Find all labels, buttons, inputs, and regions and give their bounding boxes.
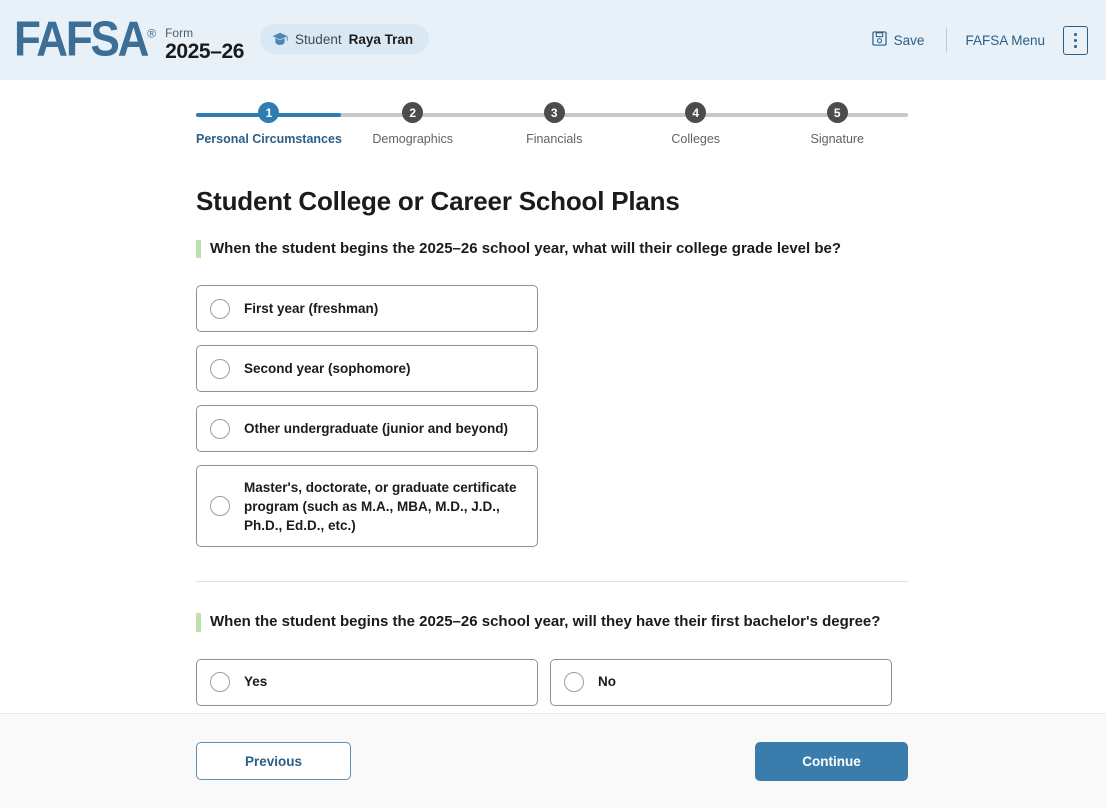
save-label: Save [893, 32, 925, 48]
save-button[interactable]: Save [858, 25, 939, 55]
vertical-dots-icon[interactable] [1063, 25, 1088, 55]
radio-button[interactable] [210, 672, 230, 692]
form-year-value: 2025–26 [165, 39, 245, 63]
fafsa-menu-button[interactable]: FAFSA Menu [955, 27, 1055, 54]
radio-option-graduate-program[interactable]: Master's, doctorate, or graduate certifi… [196, 465, 538, 548]
form-footer: Previous Continue [0, 713, 1106, 808]
radio-option-label: Master's, doctorate, or graduate certifi… [244, 479, 517, 533]
fafsa-application-page: FAFSA® Form 2025–26 Student Raya Tran Sa… [0, 0, 1106, 808]
stepper-item-financials[interactable]: 3 Financials [483, 102, 625, 146]
stepper-item-signature[interactable]: 5 Signature [767, 102, 909, 146]
registered-trademark-icon: ® [147, 26, 157, 41]
radio-option-label: Other undergraduate (junior and beyond) [244, 421, 509, 437]
content-column: 1 Personal Circumstances 2 Demographics … [196, 80, 908, 706]
footer-actions: Previous Continue [196, 741, 908, 781]
student-name: Raya Tran [348, 31, 414, 47]
stepper-item-demographics[interactable]: 2 Demographics [342, 102, 484, 146]
bachelors-degree-radio-group: Yes No [196, 658, 908, 706]
step-label: Signature [810, 132, 865, 146]
step-label: Colleges [671, 132, 721, 146]
stepper-item-colleges[interactable]: 4 Colleges [625, 102, 767, 146]
previous-button[interactable]: Previous [196, 742, 351, 780]
student-badge[interactable]: Student Raya Tran [260, 24, 430, 54]
form-year-block: Form 2025–26 [165, 27, 244, 65]
radio-button[interactable] [210, 496, 230, 517]
radio-button[interactable] [564, 672, 584, 692]
radio-option-no[interactable]: No [550, 658, 892, 706]
radio-option-label: Second year (sophomore) [244, 361, 411, 377]
step-number-badge: 5 [826, 102, 848, 123]
section-divider [196, 581, 908, 583]
question-bachelors-degree-text: When the student begins the 2025–26 scho… [196, 612, 908, 632]
stepper-item-personal-circumstances[interactable]: 1 Personal Circumstances [196, 102, 342, 146]
graduation-cap-icon [272, 32, 288, 46]
radio-option-label: No [598, 674, 616, 690]
radio-option-yes[interactable]: Yes [196, 658, 538, 706]
radio-option-other-undergraduate[interactable]: Other undergraduate (junior and beyond) [196, 405, 538, 453]
header-actions: Save FAFSA Menu [858, 25, 1088, 55]
brand-block: FAFSA® Form 2025–26 [14, 15, 244, 65]
step-number-badge: 3 [543, 102, 565, 123]
student-role-label: Student [295, 31, 342, 47]
step-number-badge: 1 [258, 102, 280, 123]
fafsa-logo-text: FAFSA [14, 12, 149, 68]
step-label: Personal Circumstances [196, 132, 342, 146]
radio-option-first-year[interactable]: First year (freshman) [196, 285, 538, 333]
floppy-disk-icon [872, 31, 887, 49]
continue-button[interactable]: Continue [755, 741, 908, 781]
radio-option-second-year[interactable]: Second year (sophomore) [196, 345, 538, 393]
radio-button[interactable] [210, 418, 230, 439]
form-label: Form [165, 25, 194, 40]
step-number-badge: 2 [402, 102, 424, 123]
main-content: 1 Personal Circumstances 2 Demographics … [0, 80, 1106, 713]
step-label: Financials [526, 132, 583, 146]
fafsa-logo: FAFSA® [14, 9, 156, 65]
radio-option-label: First year (freshman) [244, 301, 379, 317]
progress-stepper: 1 Personal Circumstances 2 Demographics … [196, 102, 908, 154]
stepper-items: 1 Personal Circumstances 2 Demographics … [196, 102, 908, 146]
grade-level-radio-group: First year (freshman) Second year (sopho… [196, 285, 908, 548]
app-header: FAFSA® Form 2025–26 Student Raya Tran Sa… [0, 0, 1106, 80]
question-grade-level-text: When the student begins the 2025–26 scho… [196, 239, 908, 259]
page-title: Student College or Career School Plans [196, 186, 680, 216]
radio-button[interactable] [210, 358, 230, 379]
radio-button[interactable] [210, 298, 230, 319]
header-divider [946, 28, 948, 52]
radio-option-label: Yes [244, 674, 268, 690]
step-label: Demographics [372, 132, 453, 146]
step-number-badge: 4 [685, 102, 707, 123]
